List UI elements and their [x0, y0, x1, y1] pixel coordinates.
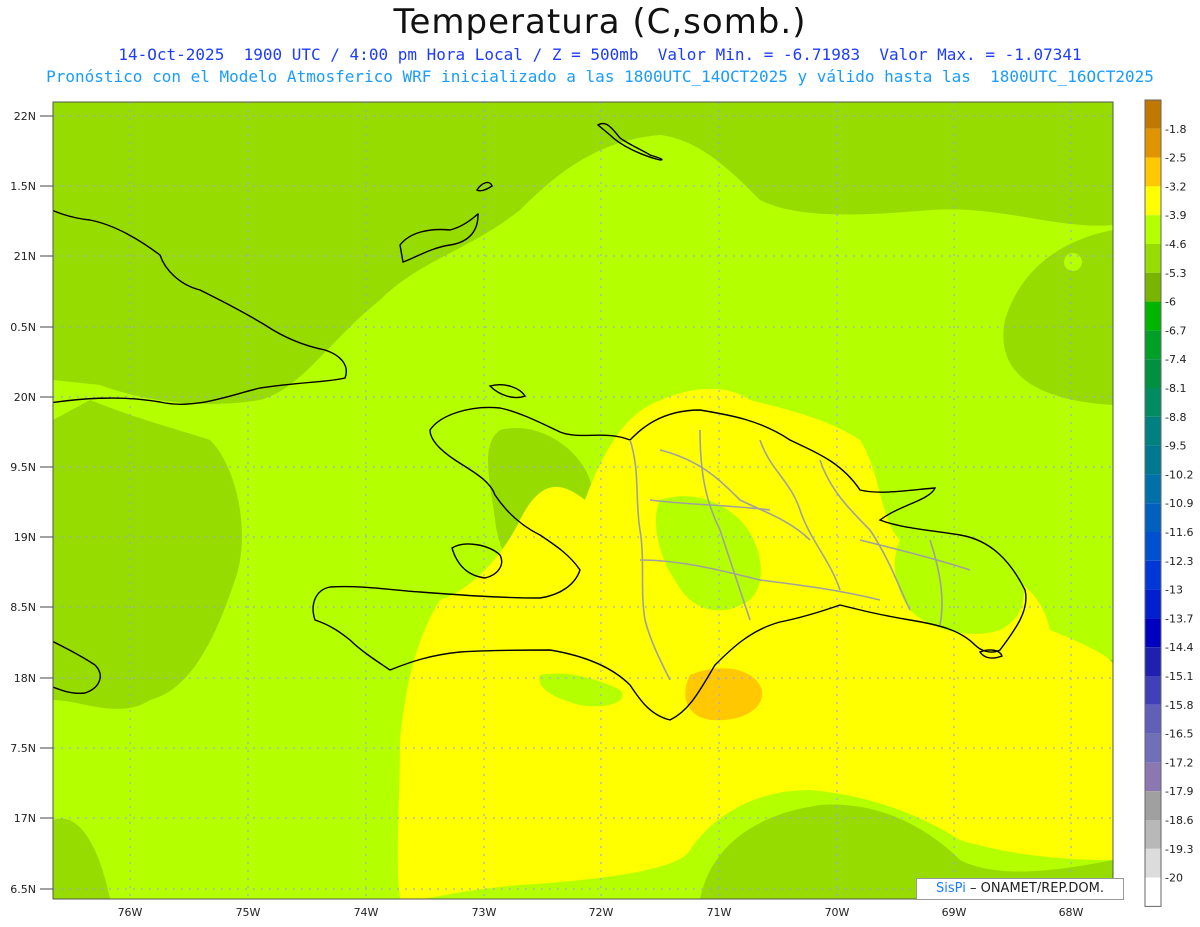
colorbar-label: -9.5: [1165, 440, 1186, 453]
lon-label: 73W: [472, 906, 497, 919]
colorbar-cell: [1145, 272, 1161, 302]
colorbar-label: -19.3: [1165, 843, 1193, 856]
colorbar-cell: [1145, 618, 1161, 648]
colorbar-label: -17.9: [1165, 785, 1193, 798]
colorbar-label: -4.6: [1165, 238, 1186, 251]
lat-label: 18N: [14, 672, 36, 685]
colorbar-cell: [1145, 128, 1161, 158]
lat-label: 9.5N: [10, 461, 36, 474]
colorbar-cell: [1145, 301, 1161, 331]
lat-label: 22N: [14, 110, 36, 123]
credit-text: – ONAMET/REP.DOM.: [965, 881, 1104, 896]
lat-ticks: [40, 115, 53, 890]
colorbar-cell: [1145, 474, 1161, 504]
lat-label: 6.5N: [10, 883, 36, 896]
temperature-map: 22N 1.5N 21N 0.5N 20N 9.5N 19N 8.5N 18N …: [10, 99, 1193, 919]
field-spot-ne: [1064, 253, 1082, 271]
lat-label: 0.5N: [10, 321, 36, 334]
lon-label: 72W: [589, 906, 614, 919]
colorbar-cell: [1145, 388, 1161, 417]
colorbar-label: -11.6: [1165, 526, 1193, 539]
colorbar-label: -16.5: [1165, 728, 1193, 741]
lon-label: 69W: [942, 906, 967, 919]
colorbar-cell: [1145, 791, 1161, 820]
lat-labels: 22N 1.5N 21N 0.5N 20N 9.5N 19N 8.5N 18N …: [10, 110, 36, 896]
colorbar-label: -6.7: [1165, 324, 1186, 337]
colorbar-cell: [1145, 877, 1161, 907]
colorbar-label: -6: [1165, 296, 1176, 309]
lat-label: 17N: [14, 812, 36, 825]
colorbar: -1.8 -2.5 -3.2 -3.9 -4.6 -5.3 -6 -6.7 -7.4 -8.1 -8…: [1144, 99, 1193, 907]
lat-label: 19N: [14, 531, 36, 544]
colorbar-cell: [1145, 359, 1161, 388]
colorbar-cell: [1145, 560, 1161, 590]
colorbar-cell: [1145, 532, 1161, 561]
colorbar-label: -17.2: [1165, 756, 1193, 769]
colorbar-cell: [1145, 647, 1161, 676]
colorbar-label: -10.2: [1165, 468, 1193, 481]
colorbar-label: -1.8: [1165, 123, 1186, 136]
colorbar-cell: [1145, 733, 1161, 763]
colorbar-label: -8.1: [1165, 382, 1186, 395]
lat-label: 21N: [14, 250, 36, 263]
colorbar-cell: [1145, 589, 1161, 619]
colorbar-label: -20: [1165, 872, 1183, 885]
lon-label: 70W: [825, 906, 850, 919]
colorbar-label: -18.6: [1165, 814, 1193, 827]
colorbar-label: -15.8: [1165, 699, 1193, 712]
colorbar-label: -8.8: [1165, 411, 1186, 424]
colorbar-cell: [1145, 820, 1161, 849]
colorbar-label: -15.1: [1165, 670, 1193, 683]
lat-label: 1.5N: [10, 180, 36, 193]
lon-label: 71W: [707, 906, 732, 919]
lon-label: 68W: [1059, 906, 1084, 919]
credit-brand: SisPi: [936, 881, 966, 896]
colorbar-label: -10.9: [1165, 497, 1193, 510]
colorbar-cell: [1145, 416, 1161, 446]
lon-label: 75W: [236, 906, 261, 919]
lat-label: 7.5N: [10, 742, 36, 755]
colorbar-cell: [1145, 503, 1161, 532]
colorbar-label: -12.3: [1165, 555, 1193, 568]
colorbar-cell: [1145, 704, 1161, 734]
colorbar-label: -7.4: [1165, 353, 1186, 366]
temperature-field: [53, 102, 1113, 899]
colorbar-cell: [1145, 215, 1161, 244]
colorbar-label: -3.9: [1165, 209, 1186, 222]
colorbar-label: -2.5: [1165, 152, 1186, 165]
colorbar-label: -14.4: [1165, 641, 1193, 654]
colorbar-label: -3.2: [1165, 180, 1186, 193]
colorbar-cell: [1145, 244, 1161, 273]
colorbar-label: -13.7: [1165, 612, 1193, 625]
credit-box: SisPi – ONAMET/REP.DOM.: [916, 878, 1124, 900]
lon-label: 74W: [354, 906, 379, 919]
lon-labels: 76W 75W 74W 73W 72W 71W 70W 69W 68W: [118, 906, 1084, 919]
lat-label: 20N: [14, 391, 36, 404]
colorbar-cell: [1145, 186, 1161, 216]
colorbar-cell: [1145, 762, 1161, 792]
colorbar-label: -5.3: [1165, 267, 1186, 280]
lon-label: 76W: [118, 906, 143, 919]
colorbar-label: -13: [1165, 584, 1183, 597]
colorbar-cell: [1145, 676, 1161, 705]
colorbar-cell: [1145, 330, 1161, 360]
colorbar-cell: [1145, 848, 1161, 878]
colorbar-cell: [1145, 100, 1161, 129]
lat-label: 8.5N: [10, 601, 36, 614]
colorbar-cell: [1145, 445, 1161, 475]
colorbar-cell: [1145, 157, 1161, 187]
